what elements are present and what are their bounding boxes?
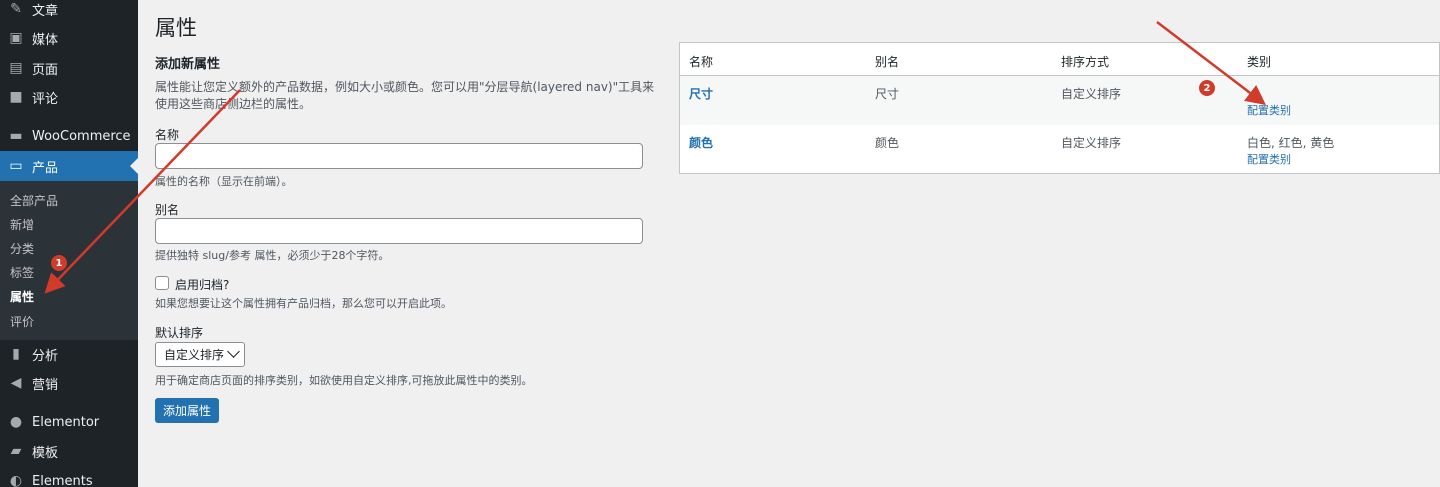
submenu-item-attributes[interactable]: 属性: [10, 288, 34, 305]
slug-input[interactable]: [155, 218, 643, 244]
column-header-name: 名称: [689, 55, 714, 69]
archive-help: 如果您想要让这个属性拥有产品归档，那么您可以开启此项。: [155, 297, 452, 310]
enable-archive-label: 启用归档?: [175, 278, 230, 292]
configure-terms-link[interactable]: 配置类别: [1247, 151, 1291, 167]
sidebar-item-analytics[interactable]: ▮ 分析: [0, 340, 138, 368]
attribute-order: 自定义排序: [1061, 136, 1122, 150]
order-help: 用于确定商店页面的排序类别，如欲使用自定义排序,可拖放此属性中的类别。: [155, 374, 533, 387]
slug-label: 别名: [155, 203, 180, 217]
elements-icon: ◐: [9, 473, 23, 487]
default-order-value: 自定义排序: [164, 348, 225, 362]
table-row: 尺寸 尺寸 自定义排序 – 配置类别: [680, 76, 1439, 125]
attribute-slug: 尺寸: [875, 87, 900, 101]
archive-icon: ▭: [9, 158, 23, 174]
name-label: 名称: [155, 128, 180, 142]
configure-terms-link[interactable]: 配置类别: [1247, 102, 1291, 118]
sidebar-item-label: Elementor: [32, 414, 100, 430]
slug-help: 提供独特 slug/参考 属性，必须少于28个字符。: [155, 249, 390, 262]
folder-icon: ▰: [10, 443, 22, 459]
attribute-slug: 颜色: [875, 136, 900, 150]
woo-icon: ▬: [9, 128, 23, 144]
sidebar-item-elementor[interactable]: ● Elementor: [0, 408, 138, 436]
annotation-badge-1: 1: [51, 255, 67, 271]
elementor-icon: ●: [9, 414, 23, 430]
sidebar-item-marketing[interactable]: ◀ 营销: [0, 369, 138, 397]
attribute-name-link[interactable]: 颜色: [689, 134, 713, 151]
products-submenu: 全部产品 新增 分类 标签 属性 评价: [0, 181, 138, 340]
submenu-item-add-new[interactable]: 新增: [10, 216, 34, 233]
sidebar-item-products[interactable]: ▭ 产品: [0, 151, 138, 181]
enable-archive-checkbox[interactable]: [155, 276, 169, 290]
column-header-order: 排序方式: [1061, 55, 1110, 69]
submenu-item-reviews[interactable]: 评价: [10, 313, 34, 330]
column-header-terms: 类别: [1247, 55, 1272, 69]
form-description: 属性能让您定义额外的产品数据，例如大小或颜色。您可以用"分层导航(layered…: [155, 80, 655, 111]
sidebar-item-pages[interactable]: ▤ 页面: [0, 54, 138, 82]
submenu-item-categories[interactable]: 分类: [10, 240, 34, 257]
annotation-badge-2: 2: [1199, 80, 1215, 96]
sidebar-item-media[interactable]: ▣ 媒体: [0, 24, 138, 52]
chevron-down-icon: [227, 345, 240, 358]
page-title: 属性: [155, 16, 197, 40]
attribute-order: 自定义排序: [1061, 87, 1122, 101]
attribute-terms: –: [1247, 85, 1253, 99]
name-input[interactable]: [155, 143, 643, 169]
submenu-item-all-products[interactable]: 全部产品: [10, 192, 58, 209]
sidebar-item-posts[interactable]: ✎ 文章: [0, 0, 138, 23]
default-order-label: 默认排序: [155, 326, 204, 340]
sidebar-item-label: 营销: [32, 377, 59, 393]
sidebar-item-label: 媒体: [32, 32, 59, 48]
table-header: 名称 别名 排序方式 类别: [680, 43, 1439, 76]
name-help: 属性的名称（显示在前端）。: [155, 175, 293, 188]
megaphone-icon: ◀: [10, 375, 22, 391]
attributes-table: 名称 别名 排序方式 类别 尺寸 尺寸 自定义排序 – 配置类别 颜色 颜色 自…: [679, 42, 1440, 174]
sidebar-item-label: WooCommerce: [32, 128, 131, 144]
sidebar-item-label: 分析: [32, 348, 59, 364]
table-row: 颜色 颜色 自定义排序 白色, 红色, 黄色 配置类别: [680, 125, 1439, 174]
attribute-terms: 白色, 红色, 黄色: [1247, 136, 1335, 150]
sidebar-item-label: 页面: [32, 62, 59, 78]
media-icon: ▣: [9, 30, 23, 46]
sidebar-item-elements[interactable]: ◐ Elements: [0, 467, 138, 487]
sidebar-item-label: 评论: [32, 91, 59, 107]
sidebar-item-label: 模板: [32, 445, 59, 461]
chart-icon: ▮: [12, 346, 20, 362]
sidebar-item-label: 文章: [32, 3, 59, 19]
sidebar-item-woocommerce[interactable]: ▬ WooCommerce: [0, 122, 138, 150]
page-icon: ▤: [9, 60, 23, 76]
sidebar-item-templates[interactable]: ▰ 模板: [0, 437, 138, 465]
sidebar-item-label: 产品: [32, 160, 59, 176]
comment-icon: ■: [9, 89, 23, 105]
sidebar-item-comments[interactable]: ■ 评论: [0, 83, 138, 111]
pin-icon: ✎: [10, 1, 22, 17]
default-order-select[interactable]: 自定义排序: [155, 342, 245, 367]
admin-sidebar: ✎ 文章 ▣ 媒体 ▤ 页面 ■ 评论 ▬ WooCommerce ▭ 产品 全…: [0, 0, 138, 487]
submenu-item-tags[interactable]: 标签: [10, 264, 34, 281]
attribute-name-link[interactable]: 尺寸: [689, 85, 713, 102]
column-header-slug: 别名: [875, 55, 900, 69]
form-heading: 添加新属性: [155, 57, 221, 72]
add-attribute-button[interactable]: 添加属性: [155, 398, 219, 423]
sidebar-item-label: Elements: [32, 473, 93, 487]
